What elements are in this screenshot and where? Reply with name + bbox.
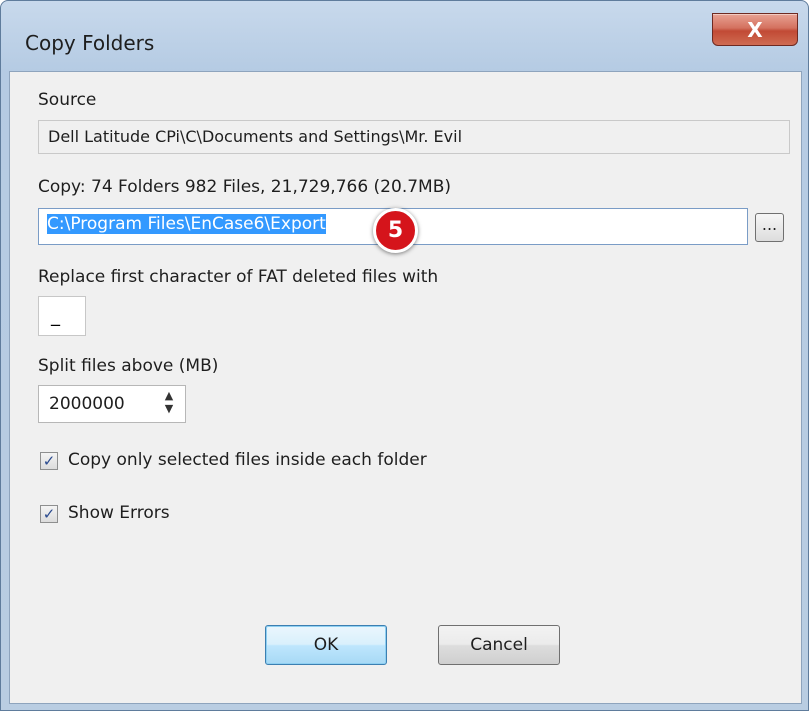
split-size-value: 2000000 bbox=[49, 394, 125, 414]
source-label: Source bbox=[38, 90, 97, 110]
split-files-label: Split files above (MB) bbox=[38, 356, 219, 376]
stepper-up-icon[interactable]: ▲ bbox=[157, 389, 181, 402]
replace-char-input[interactable]: _ bbox=[38, 296, 86, 336]
destination-path-value: C:\Program Files\EnCase6\Export bbox=[47, 214, 326, 234]
stepper-buttons[interactable]: ▲ ▼ bbox=[157, 389, 181, 419]
cancel-button[interactable]: Cancel bbox=[438, 625, 560, 665]
close-icon: X bbox=[747, 17, 763, 42]
stepper-down-icon[interactable]: ▼ bbox=[157, 402, 181, 415]
dialog-title: Copy Folders bbox=[25, 31, 155, 55]
close-button[interactable]: X bbox=[712, 13, 798, 46]
copy-folders-dialog: Copy Folders X Source Dell Latitude CPi\… bbox=[0, 0, 809, 711]
copy-summary-label: Copy: 74 Folders 982 Files, 21,729,766 (… bbox=[38, 177, 451, 197]
copy-selected-label[interactable]: Copy only selected files inside each fol… bbox=[68, 450, 427, 470]
dialog-body: Source Dell Latitude CPi\C\Documents and… bbox=[9, 71, 802, 704]
browse-button[interactable]: ... bbox=[755, 213, 784, 242]
step-number-badge: 5 bbox=[373, 208, 418, 253]
source-field: Dell Latitude CPi\C\Documents and Settin… bbox=[38, 120, 790, 154]
copy-selected-checkbox[interactable]: ✓ bbox=[40, 452, 58, 470]
replace-char-label: Replace first character of FAT deleted f… bbox=[38, 267, 439, 287]
ok-button[interactable]: OK bbox=[265, 625, 387, 665]
show-errors-label[interactable]: Show Errors bbox=[68, 503, 170, 523]
split-size-stepper[interactable]: 2000000 ▲ ▼ bbox=[38, 385, 186, 423]
show-errors-checkbox[interactable]: ✓ bbox=[40, 505, 58, 523]
